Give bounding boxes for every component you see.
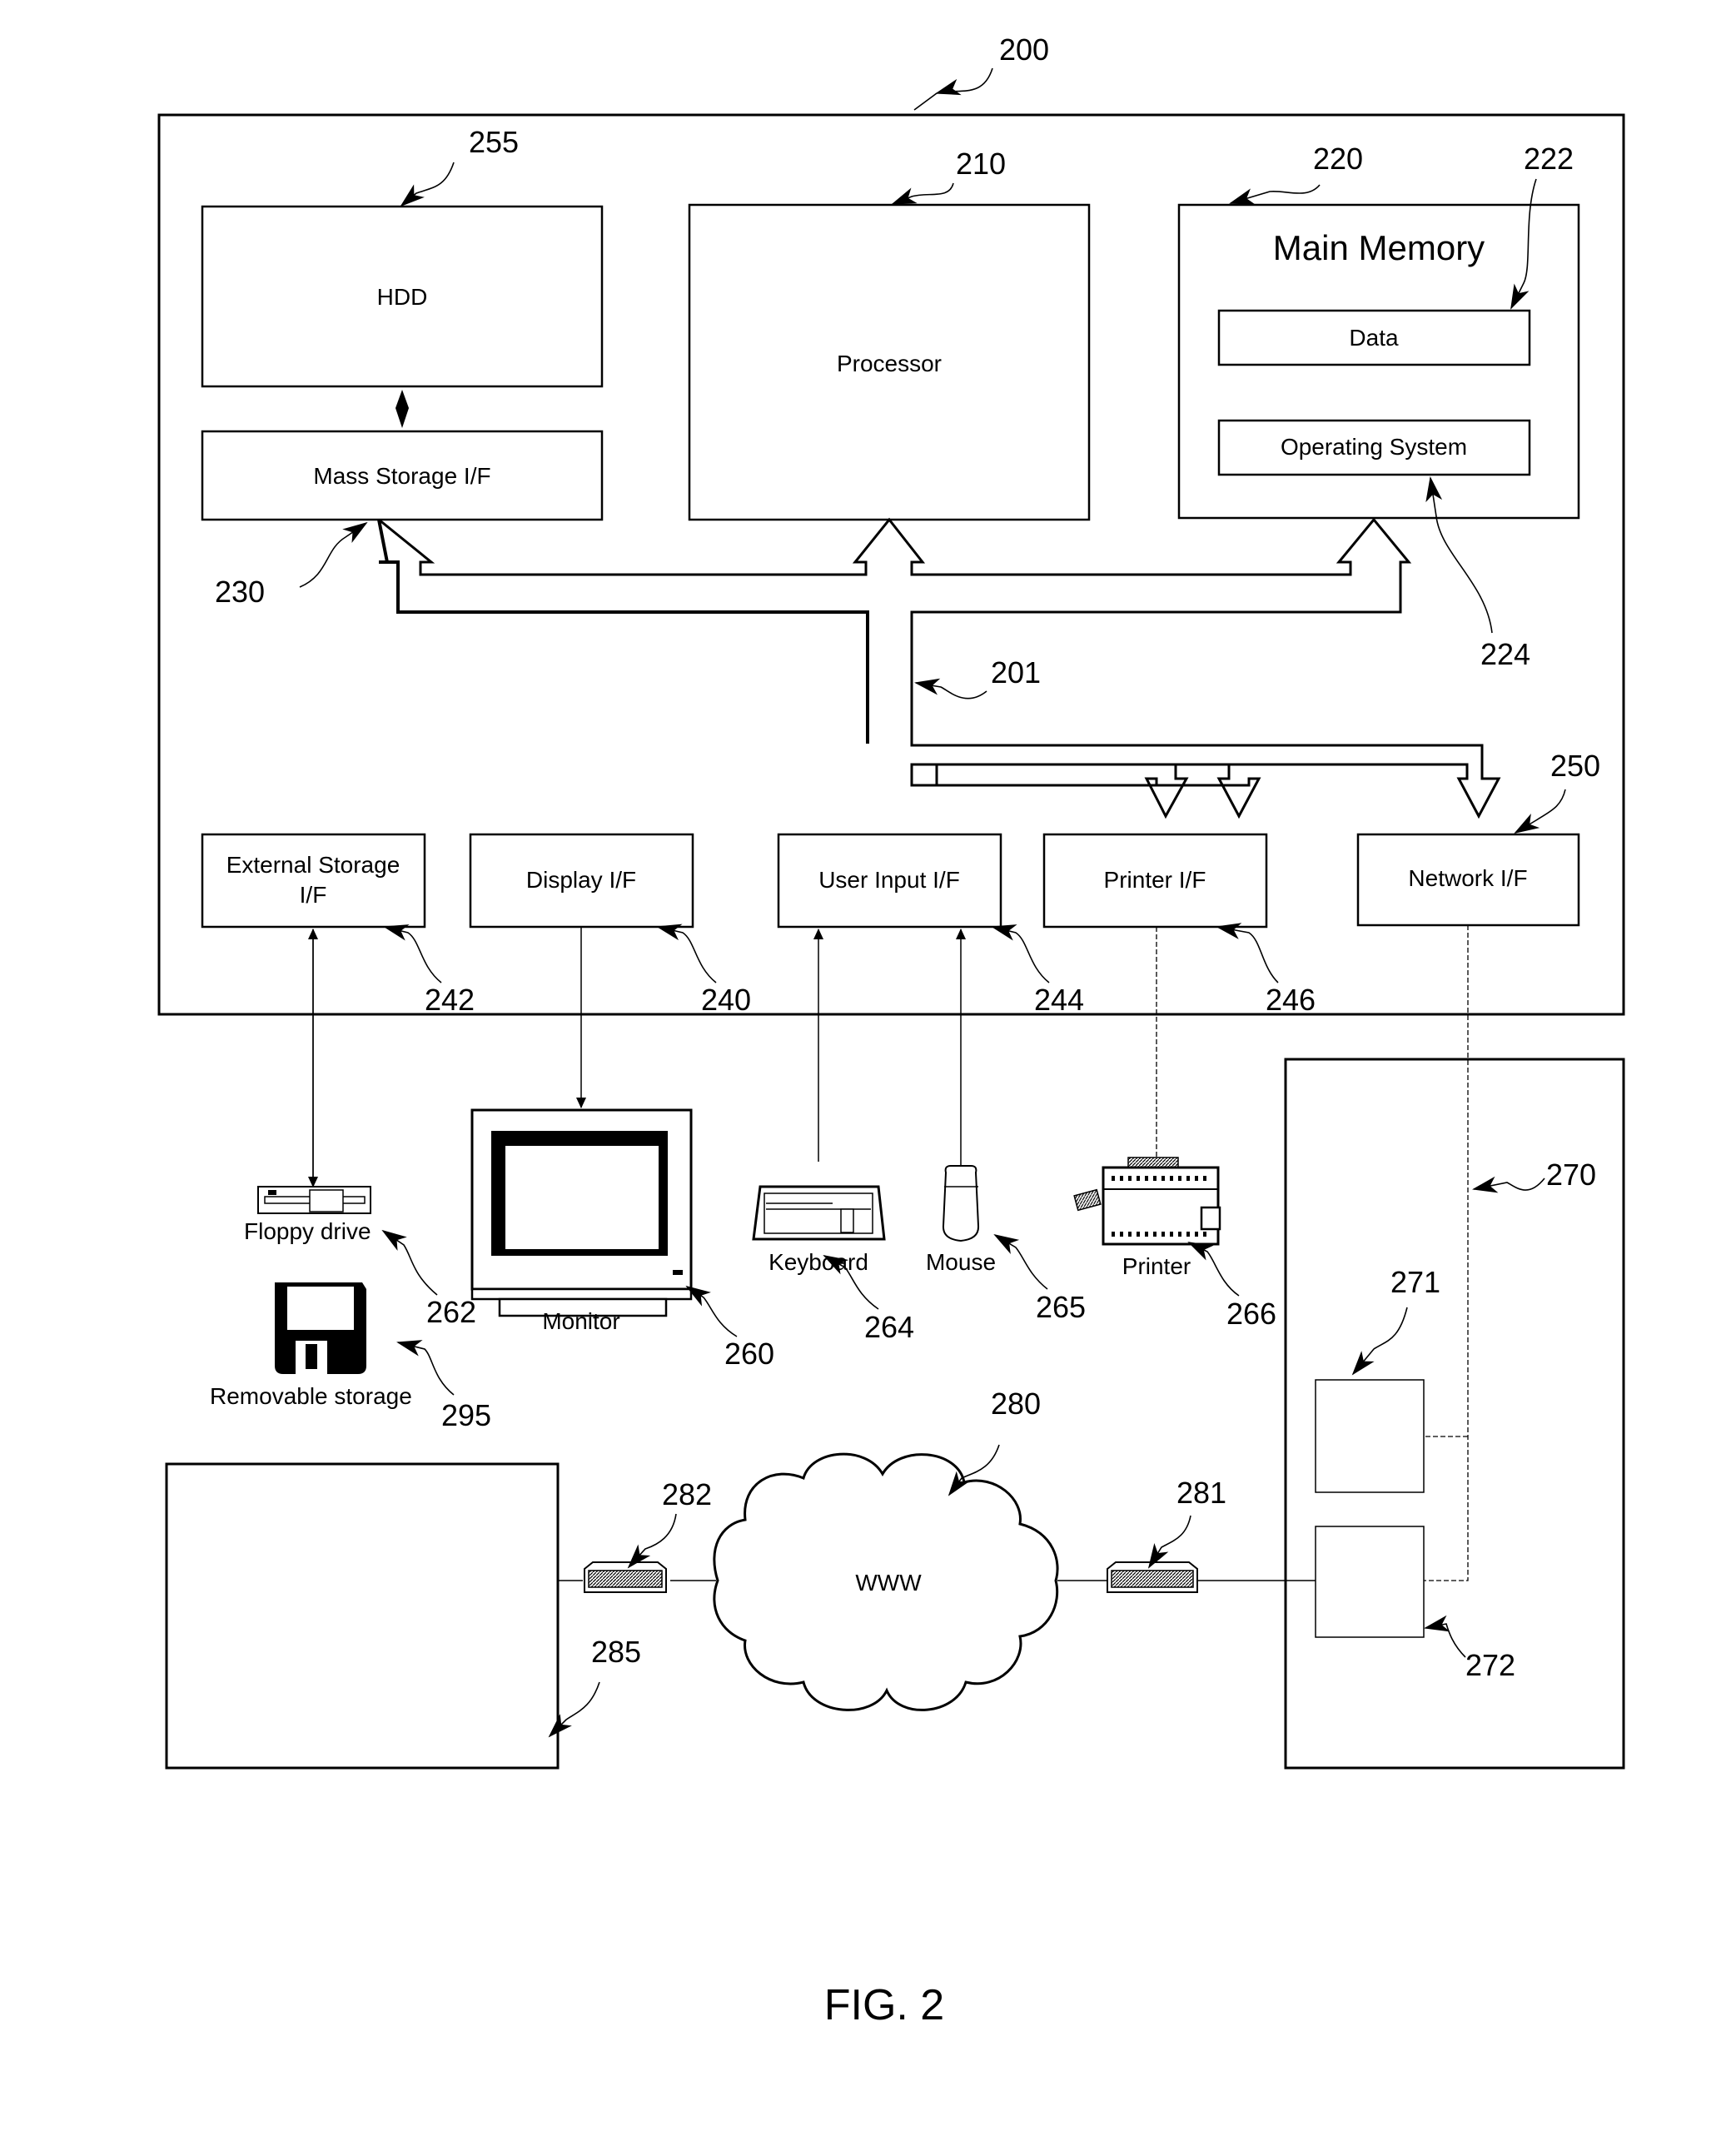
removable-storage-icon [275, 1282, 366, 1374]
ref-265: 265 [1036, 1290, 1086, 1324]
ref-250: 250 [1550, 749, 1600, 783]
ref-271: 271 [1390, 1265, 1440, 1299]
printer-icon [1073, 1157, 1221, 1246]
ref-210: 210 [956, 147, 1006, 181]
processor-block: Processor [688, 203, 1091, 521]
ref-270: 270 [1546, 1158, 1596, 1192]
mouse-label: Mouse [926, 1249, 996, 1275]
www-label: WWW [855, 1570, 922, 1596]
server-module-271 [1315, 1379, 1425, 1493]
network-if-label: Network I/F [1408, 865, 1527, 891]
ref-264: 264 [864, 1310, 914, 1344]
ref-285: 285 [591, 1635, 641, 1669]
ref-262: 262 [426, 1295, 476, 1329]
interface-external-storage: External Storage I/F [201, 833, 426, 929]
leader-210 [891, 182, 954, 205]
www-cloud: WWW [713, 1452, 1059, 1711]
hdd-block: HDD [201, 205, 604, 388]
link-network-server [1424, 925, 1469, 1581]
printer-if-label: Printer I/F [1104, 867, 1206, 893]
ref-295: 295 [441, 1398, 491, 1432]
keyboard-label: Keyboard [769, 1249, 868, 1275]
interface-user-input: User Input I/F [777, 833, 1002, 929]
removable-storage-label: Removable storage [210, 1383, 412, 1409]
display-if-label: Display I/F [526, 867, 636, 893]
mass-storage-block: Mass Storage I/F [201, 430, 604, 521]
ref-201: 201 [991, 655, 1041, 690]
hdd-mass-storage-link [395, 390, 409, 428]
modem-281-icon [1107, 1561, 1198, 1593]
leader-220 [1229, 184, 1321, 205]
ref-266: 266 [1226, 1297, 1276, 1331]
user-input-if-label: User Input I/F [818, 867, 960, 893]
monitor-icon [470, 1108, 693, 1317]
ref-255: 255 [469, 125, 519, 159]
ref-242: 242 [425, 983, 475, 1017]
data-label: Data [1349, 325, 1399, 351]
monitor-label: Monitor [542, 1308, 619, 1334]
ref-224: 224 [1480, 637, 1530, 671]
processor-label: Processor [837, 351, 942, 376]
ref-244: 244 [1034, 983, 1084, 1017]
mouse-icon [942, 1137, 980, 1242]
ref-240: 240 [701, 983, 751, 1017]
system-diagram: 200 HDD 255 Mass Storage I/F 230 Process… [157, 32, 1625, 2029]
ref-222: 222 [1524, 142, 1574, 176]
interface-network: Network I/F [1356, 833, 1580, 927]
floppy-drive-label: Floppy drive [244, 1218, 371, 1244]
hdd-label: HDD [377, 284, 428, 310]
leader-230 [299, 521, 368, 588]
keyboard-icon [752, 1185, 886, 1241]
server-module-272 [1315, 1526, 1425, 1638]
system-bus [377, 517, 1501, 819]
printer-label: Printer [1122, 1253, 1191, 1279]
ref-272: 272 [1465, 1648, 1515, 1682]
leader-200 [935, 67, 993, 96]
ref-220: 220 [1313, 142, 1363, 176]
figure-caption: FIG. 2 [824, 1981, 944, 2029]
ref-281: 281 [1176, 1476, 1226, 1510]
interface-display: Display I/F [469, 833, 694, 929]
ext-storage-label-2: I/F [300, 882, 327, 908]
ref-246: 246 [1266, 983, 1316, 1017]
ext-storage-label: External Storage [226, 852, 400, 878]
os-label: Operating System [1281, 434, 1467, 460]
leader-255 [400, 162, 455, 207]
ref-282: 282 [662, 1477, 712, 1511]
interface-printer: Printer I/F [1042, 833, 1268, 929]
ref-200: 200 [999, 32, 1049, 67]
main-memory-block: Main Memory Data Operating System [1177, 203, 1580, 520]
main-memory-label: Main Memory [1273, 228, 1485, 267]
ref-230: 230 [215, 575, 265, 609]
ref-260: 260 [724, 1337, 774, 1371]
mass-storage-label: Mass Storage I/F [313, 463, 490, 489]
remote-computer-box [165, 1462, 560, 1770]
floppy-drive-icon [257, 1186, 371, 1214]
modem-282-icon [584, 1561, 667, 1593]
ref-280: 280 [991, 1387, 1041, 1421]
leader-201 [914, 678, 987, 700]
